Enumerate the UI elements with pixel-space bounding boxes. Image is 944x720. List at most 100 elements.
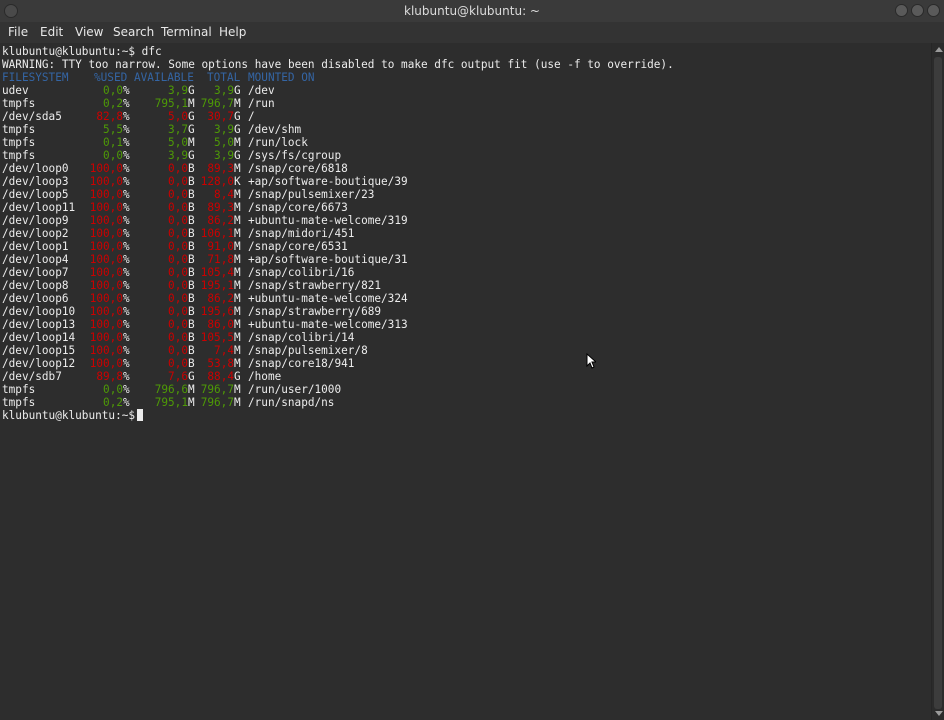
scroll-thumb[interactable] — [934, 57, 942, 709]
filesystem-cell: tmpfs — [2, 123, 36, 136]
mount-cell: /home — [248, 370, 282, 383]
used-percent-cell: 89,8 — [96, 370, 123, 383]
used-percent-cell: 100,0 — [89, 188, 123, 201]
total-unit: G — [234, 84, 241, 97]
filesystem-cell: /dev/sda5 — [2, 110, 62, 123]
menu-edit[interactable]: Edit — [40, 25, 63, 39]
filesystem-cell: /dev/loop3 — [2, 175, 69, 188]
total-unit: M — [234, 318, 241, 331]
total-cell: 3,9 — [214, 84, 234, 97]
available-cell: 5,0 — [168, 136, 188, 149]
filesystem-cell: /dev/loop10 — [2, 305, 76, 318]
mount-cell: +ubuntu-mate-welcome/313 — [248, 318, 408, 331]
filesystem-cell: /dev/loop4 — [2, 253, 69, 266]
header-mounted-on: MOUNTED ON — [248, 71, 315, 84]
available-cell: 0,0 — [168, 292, 188, 305]
used-percent-cell: 100,0 — [89, 227, 123, 240]
available-cell: 795,1 — [154, 97, 188, 110]
available-cell: 0,0 — [168, 162, 188, 175]
used-percent-cell: 100,0 — [89, 201, 123, 214]
menu-help[interactable]: Help — [219, 25, 246, 39]
used-percent-cell: 82,8 — [96, 110, 123, 123]
terminal-output[interactable]: klubuntu@klubuntu:~$ dfc WARNING: TTY to… — [0, 43, 931, 720]
total-cell: 796,7 — [200, 396, 234, 409]
total-unit: M — [234, 188, 241, 201]
filesystem-cell: /dev/loop13 — [2, 318, 76, 331]
available-cell: 0,0 — [168, 331, 188, 344]
total-unit: M — [234, 253, 241, 266]
total-cell: 796,7 — [200, 383, 234, 396]
maximize-icon[interactable] — [911, 4, 924, 17]
total-unit: M — [234, 136, 241, 149]
close-icon[interactable] — [927, 4, 940, 17]
filesystem-cell: /dev/loop0 — [2, 162, 69, 175]
available-cell: 0,0 — [168, 318, 188, 331]
filesystem-cell: /dev/loop12 — [2, 357, 76, 370]
filesystem-cell: tmpfs — [2, 97, 36, 110]
available-cell: 0,0 — [168, 227, 188, 240]
minimize-icon[interactable] — [895, 4, 908, 17]
scrollbar[interactable] — [931, 43, 944, 720]
filesystem-cell: /dev/loop11 — [2, 201, 76, 214]
filesystem-cell: /dev/loop1 — [2, 240, 69, 253]
title-bar: klubuntu@klubuntu: ~ — [0, 0, 944, 22]
available-cell: 0,0 — [168, 279, 188, 292]
total-unit: M — [234, 292, 241, 305]
total-cell: 105,4 — [200, 266, 234, 279]
window-title: klubuntu@klubuntu: ~ — [404, 4, 540, 18]
available-cell: 796,6 — [154, 383, 188, 396]
available-cell: 0,0 — [168, 305, 188, 318]
available-cell: 0,0 — [168, 240, 188, 253]
total-cell: 86,2 — [207, 292, 234, 305]
used-percent-cell: 100,0 — [89, 357, 123, 370]
filesystem-cell: /dev/sdb7 — [2, 370, 62, 383]
total-unit: M — [234, 396, 241, 409]
header-available: AVAILABLE — [134, 71, 194, 84]
menu-terminal[interactable]: Terminal — [161, 25, 212, 39]
total-cell: 3,9 — [214, 123, 234, 136]
menu-search[interactable]: Search — [113, 25, 154, 39]
filesystem-cell: /dev/loop2 — [2, 227, 69, 240]
scroll-down-icon[interactable] — [935, 711, 943, 716]
total-cell: 796,7 — [200, 97, 234, 110]
available-cell: 0,0 — [168, 214, 188, 227]
mount-cell: /snap/pulsemixer/8 — [248, 344, 368, 357]
used-percent-cell: 0,1 — [103, 136, 123, 149]
used-percent-cell: 0,2 — [103, 97, 123, 110]
used-percent-cell: 100,0 — [89, 331, 123, 344]
prompt: klubuntu@klubuntu:~$ — [2, 409, 136, 422]
available-cell: 0,0 — [168, 266, 188, 279]
mount-cell: +ap/software-boutique/39 — [248, 175, 408, 188]
filesystem-cell: /dev/loop14 — [2, 331, 76, 344]
filesystem-cell: /dev/loop5 — [2, 188, 69, 201]
filesystem-cell: /dev/loop8 — [2, 279, 69, 292]
total-cell: 71,8 — [207, 253, 234, 266]
available-cell: 0,0 — [168, 188, 188, 201]
available-cell: 3,7 — [168, 123, 188, 136]
menu-file[interactable]: File — [8, 25, 28, 39]
total-cell: 86,2 — [207, 214, 234, 227]
total-cell: 30,7 — [207, 110, 234, 123]
total-cell: 89,3 — [207, 162, 234, 175]
total-unit: K — [234, 175, 241, 188]
used-percent-cell: 0,2 — [103, 396, 123, 409]
scroll-up-icon[interactable] — [935, 47, 943, 52]
mount-cell: /snap/core/6818 — [248, 162, 348, 175]
mount-cell: /snap/pulsemixer/23 — [248, 188, 375, 201]
total-cell: 91,0 — [207, 240, 234, 253]
available-cell: 0,0 — [168, 175, 188, 188]
menu-view[interactable]: View — [75, 25, 103, 39]
used-percent-cell: 0,0 — [103, 84, 123, 97]
available-cell: 0,0 — [168, 357, 188, 370]
total-unit: M — [234, 201, 241, 214]
filesystem-cell: /dev/loop6 — [2, 292, 69, 305]
filesystem-cell: /dev/loop7 — [2, 266, 69, 279]
mount-cell: /run/lock — [248, 136, 308, 149]
mount-cell: /snap/strawberry/689 — [248, 305, 382, 318]
total-unit: M — [234, 383, 241, 396]
mount-cell: /dev — [248, 84, 275, 97]
total-cell: 8,4 — [214, 188, 234, 201]
total-cell: 128,0 — [200, 175, 234, 188]
mount-cell: /dev/shm — [248, 123, 302, 136]
used-percent-cell: 100,0 — [89, 266, 123, 279]
